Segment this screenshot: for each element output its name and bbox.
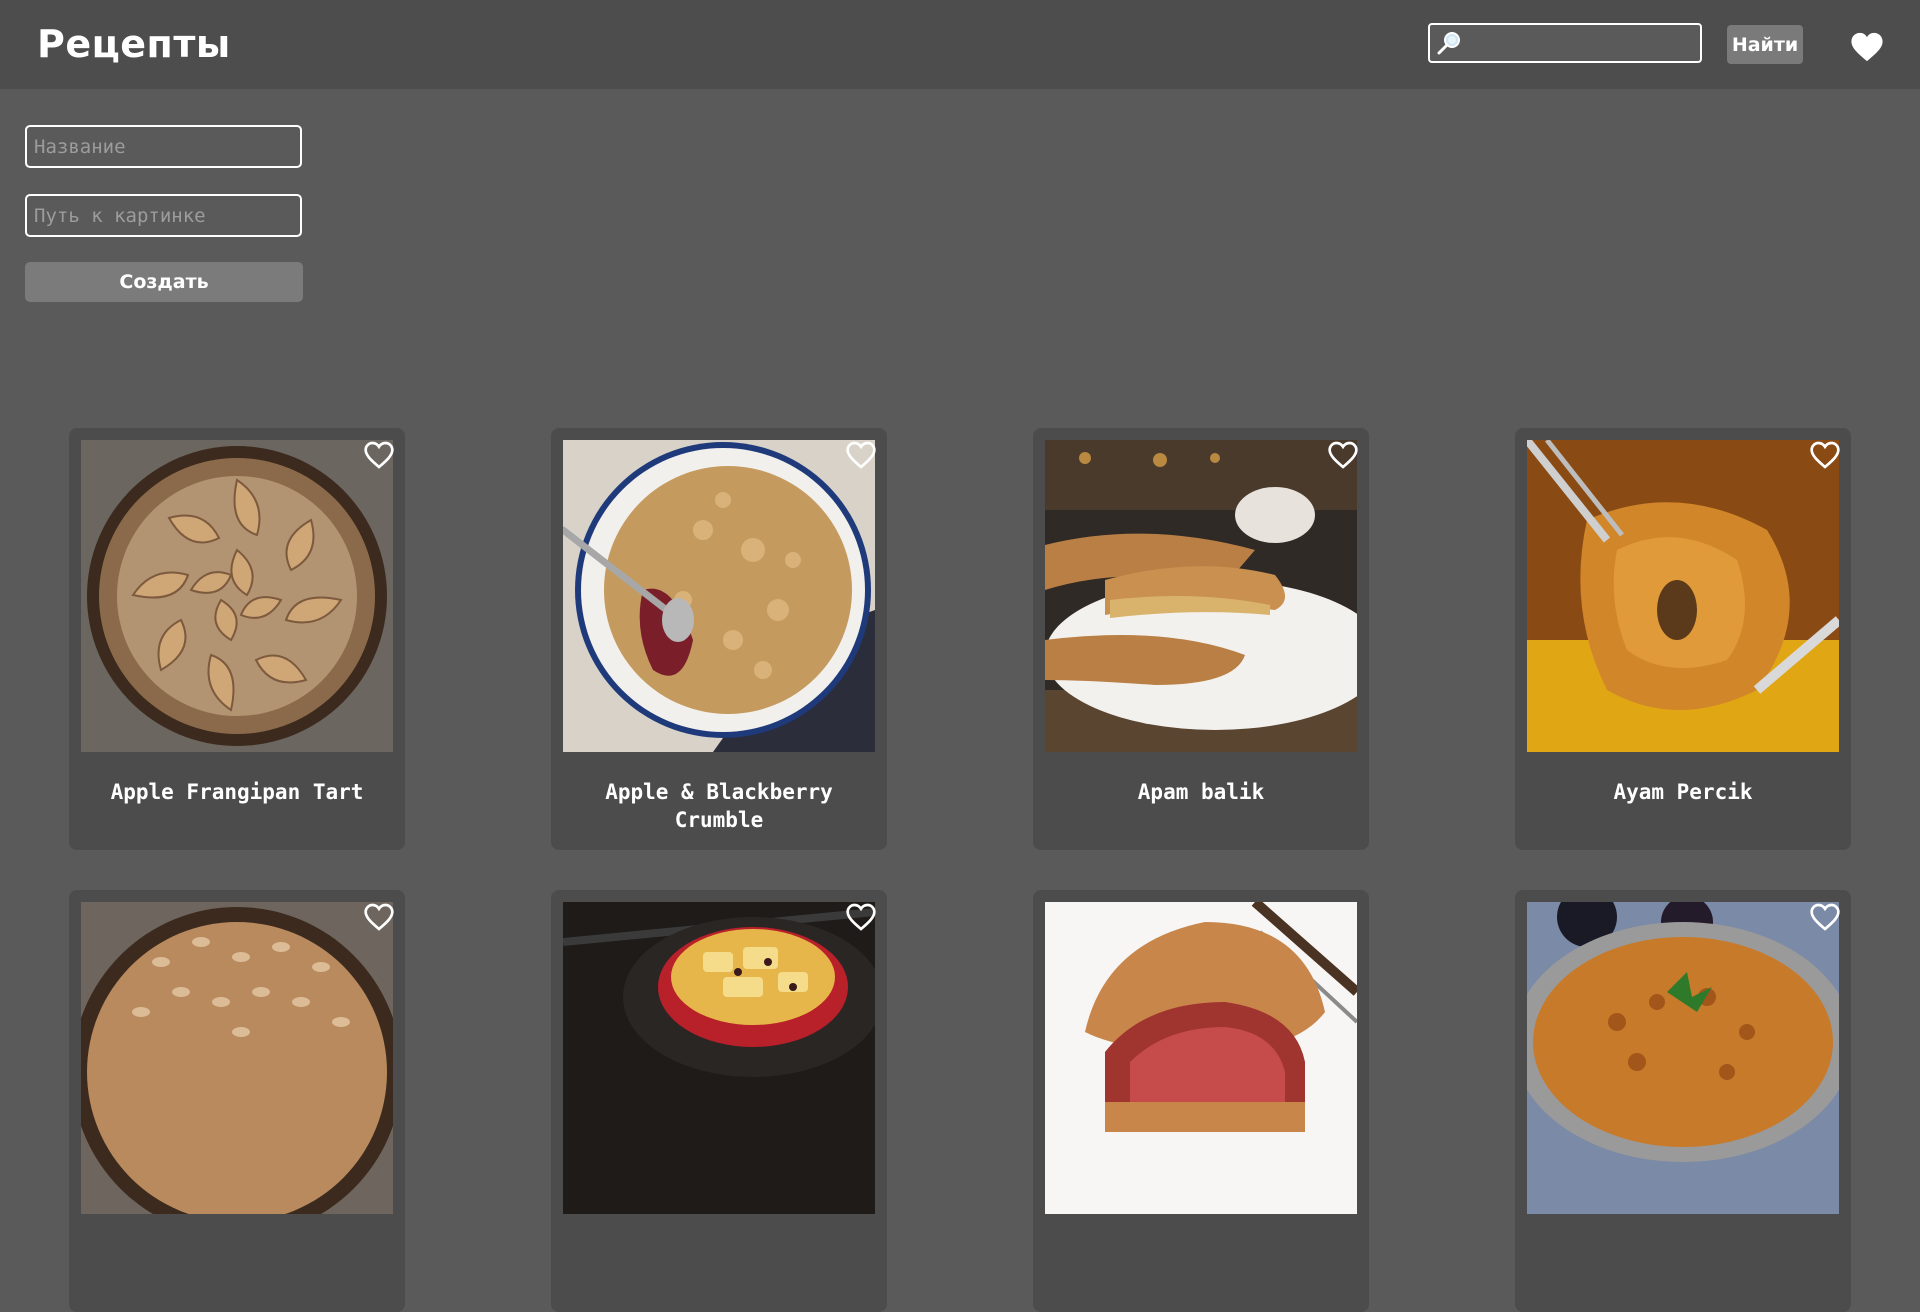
recipe-card[interactable]: Apam balik <box>1033 428 1369 850</box>
search-button[interactable]: Найти <box>1727 25 1803 64</box>
recipe-photo <box>1045 440 1357 752</box>
recipe-card[interactable] <box>1515 890 1851 1312</box>
recipe-card[interactable] <box>1033 890 1369 1312</box>
search-icon <box>1437 32 1460 55</box>
favorite-heart-icon[interactable] <box>1327 440 1359 470</box>
search-box[interactable] <box>1428 23 1702 63</box>
recipe-card[interactable]: Ayam Percik <box>1515 428 1851 850</box>
recipe-card[interactable] <box>69 890 405 1312</box>
app-title: Рецепты <box>37 22 231 66</box>
recipe-photo <box>563 440 875 752</box>
recipe-photo <box>1527 440 1839 752</box>
recipe-card[interactable]: Apple & Blackberry Crumble <box>551 428 887 850</box>
favorite-heart-icon[interactable] <box>363 440 395 470</box>
recipe-name-input[interactable] <box>25 125 302 168</box>
favorites-heart-icon[interactable] <box>1850 31 1884 63</box>
header-bar: Рецепты Найти <box>0 0 1920 89</box>
favorite-heart-icon[interactable] <box>363 902 395 932</box>
favorite-heart-icon[interactable] <box>845 440 877 470</box>
recipe-card[interactable] <box>551 890 887 1312</box>
recipe-card[interactable]: Apple Frangipan Tart <box>69 428 405 850</box>
create-button[interactable]: Создать <box>25 262 303 302</box>
favorite-heart-icon[interactable] <box>845 902 877 932</box>
search-input[interactable] <box>1464 25 1702 63</box>
recipe-photo <box>1527 902 1839 1214</box>
recipe-title: Ayam Percik <box>1613 780 1753 804</box>
recipe-title: Apam balik <box>1137 780 1265 804</box>
recipe-title: Apple Frangipan Tart <box>110 780 364 804</box>
image-path-input[interactable] <box>25 194 302 237</box>
recipe-title: Apple & Blackberry Crumble <box>605 780 833 832</box>
favorite-heart-icon[interactable] <box>1809 440 1841 470</box>
recipe-photo <box>81 902 393 1214</box>
favorite-heart-icon[interactable] <box>1809 902 1841 932</box>
recipe-photo <box>563 902 875 1214</box>
recipe-photo <box>81 440 393 752</box>
recipe-photo <box>1045 902 1357 1214</box>
